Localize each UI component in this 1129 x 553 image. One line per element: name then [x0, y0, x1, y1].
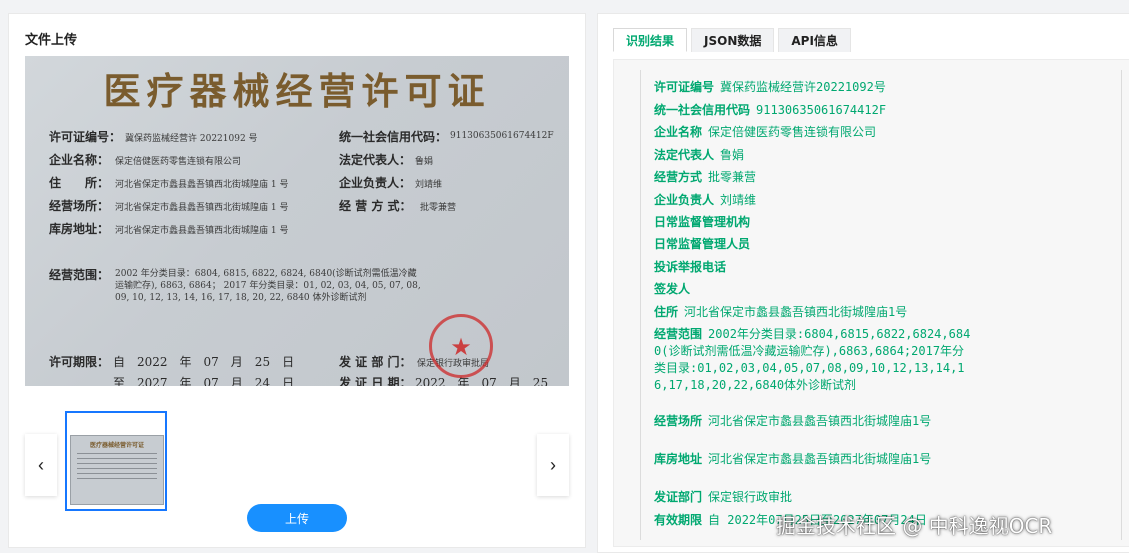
chevron-right-icon: ›: [550, 454, 556, 475]
result-field: 日常监督管理机构: [654, 215, 751, 229]
result-field: 库房地址 河北省保定市蠡县蠡吾镇西北街城隍庙1号: [654, 452, 932, 466]
next-image-button[interactable]: ›: [537, 434, 569, 496]
company-value: 保定倍健医药零售连锁有限公司: [115, 157, 242, 167]
credit-code-value: 91130635061674412F: [450, 131, 554, 141]
official-seal: ★: [429, 314, 493, 378]
result-field: 许可证编号 冀保药监械经营许20221092号: [654, 80, 886, 94]
address-value: 河北省保定市蠡县蠡吾镇西北街城隍庙 1 号: [115, 180, 289, 190]
date-label: 发 证 日 期：: [339, 376, 412, 386]
legal-rep-label: 法定代表人：: [339, 153, 412, 167]
period-to: 至 2027 年 07 月 24 日: [113, 376, 295, 386]
result-field: 签发人: [654, 282, 691, 296]
watermark: 掘金技术社区 @ 中科逸视OCR: [776, 514, 1053, 538]
panel-title: 文件上传: [25, 33, 78, 48]
result-field: 统一社会信用代码 91130635061674412F: [654, 103, 887, 117]
manager-value: 刘靖维: [415, 180, 443, 190]
result-field: 经营方式 批零兼营: [654, 170, 757, 184]
upload-panel: 文件上传 医疗器械经营许可证 许可证编号： 冀保药监械经营许 20221092 …: [8, 13, 586, 548]
license-no-value: 冀保药监械经营许 20221092 号: [125, 134, 258, 144]
thumbnail-image: 医疗器械经营许可证: [70, 435, 164, 505]
star-icon: ★: [450, 333, 472, 361]
result-panel: 识别结果 JSON数据 API信息 许可证编号 冀保药监械经营许20221092号…: [597, 13, 1129, 553]
period-from: 自 2022 年 07 月 25 日: [113, 355, 295, 369]
mode-value: 批零兼营: [420, 203, 457, 213]
result-field: 法定代表人 鲁娟: [654, 148, 745, 162]
prev-image-button[interactable]: ‹: [25, 434, 57, 496]
upload-button[interactable]: 上传: [247, 504, 347, 532]
result-field: 日常监督管理人员: [654, 237, 751, 251]
recognition-result-list: 许可证编号 冀保药监械经营许20221092号 统一社会信用代码 911306350…: [613, 59, 1129, 547]
manager-label: 企业负责人：: [339, 176, 412, 190]
result-field: 企业负责人 刘靖维: [654, 193, 757, 207]
site-label: 经营场所：: [49, 199, 110, 213]
warehouse-label: 库房地址：: [49, 222, 110, 236]
result-field: 经营范围 2002年分类目录:6804,6815,6822,6824,6840(诊…: [654, 327, 971, 392]
result-field: 企业名称 保定倍健医药零售连锁有限公司: [654, 125, 877, 139]
legal-rep-value: 鲁娟: [415, 157, 434, 167]
date-value: 2022 年 07 月 25: [415, 376, 549, 386]
result-field: 经营场所 河北省保定市蠡县蠡吾镇西北街城隍庙1号: [654, 414, 932, 428]
result-field: 住所 河北省保定市蠡县蠡吾镇西北街城隍庙1号: [654, 305, 908, 319]
company-label: 企业名称：: [49, 153, 110, 167]
image-thumbnail[interactable]: 医疗器械经营许可证: [65, 411, 167, 511]
tab-json-data[interactable]: JSON数据: [691, 28, 775, 52]
credit-code-label: 统一社会信用代码：: [339, 130, 448, 144]
result-field: 投诉举报电话: [654, 260, 727, 274]
dept-label: 发 证 部 门：: [339, 355, 412, 369]
chevron-left-icon: ‹: [38, 454, 44, 475]
tab-recognition-result[interactable]: 识别结果: [613, 28, 688, 52]
license-no-label: 许可证编号：: [49, 130, 122, 144]
tab-api-info[interactable]: API信息: [778, 28, 851, 52]
scope-value: 2002 年分类目录：6804, 6815, 6822, 6824, 6840(…: [115, 269, 421, 303]
site-value: 河北省保定市蠡县蠡吾镇西北街城隍庙 1 号: [115, 203, 289, 213]
mode-label: 经 营 方 式：: [339, 199, 412, 213]
scope-label: 经营范围：: [49, 268, 110, 282]
result-tabs: 识别结果 JSON数据 API信息: [613, 28, 855, 52]
license-title: 医疗器械经营许可证: [103, 69, 491, 113]
address-label: 住 所：: [49, 176, 110, 190]
warehouse-value: 河北省保定市蠡县蠡吾镇西北街城隍庙 1 号: [115, 226, 289, 236]
license-image-preview: 医疗器械经营许可证 许可证编号： 冀保药监械经营许 20221092 号 统一社…: [25, 56, 569, 386]
period-label: 许可期限：: [49, 355, 110, 369]
result-field: 发证部门 保定银行政审批: [654, 490, 793, 504]
thumbnail-title: 医疗器械经营许可证: [89, 442, 144, 449]
